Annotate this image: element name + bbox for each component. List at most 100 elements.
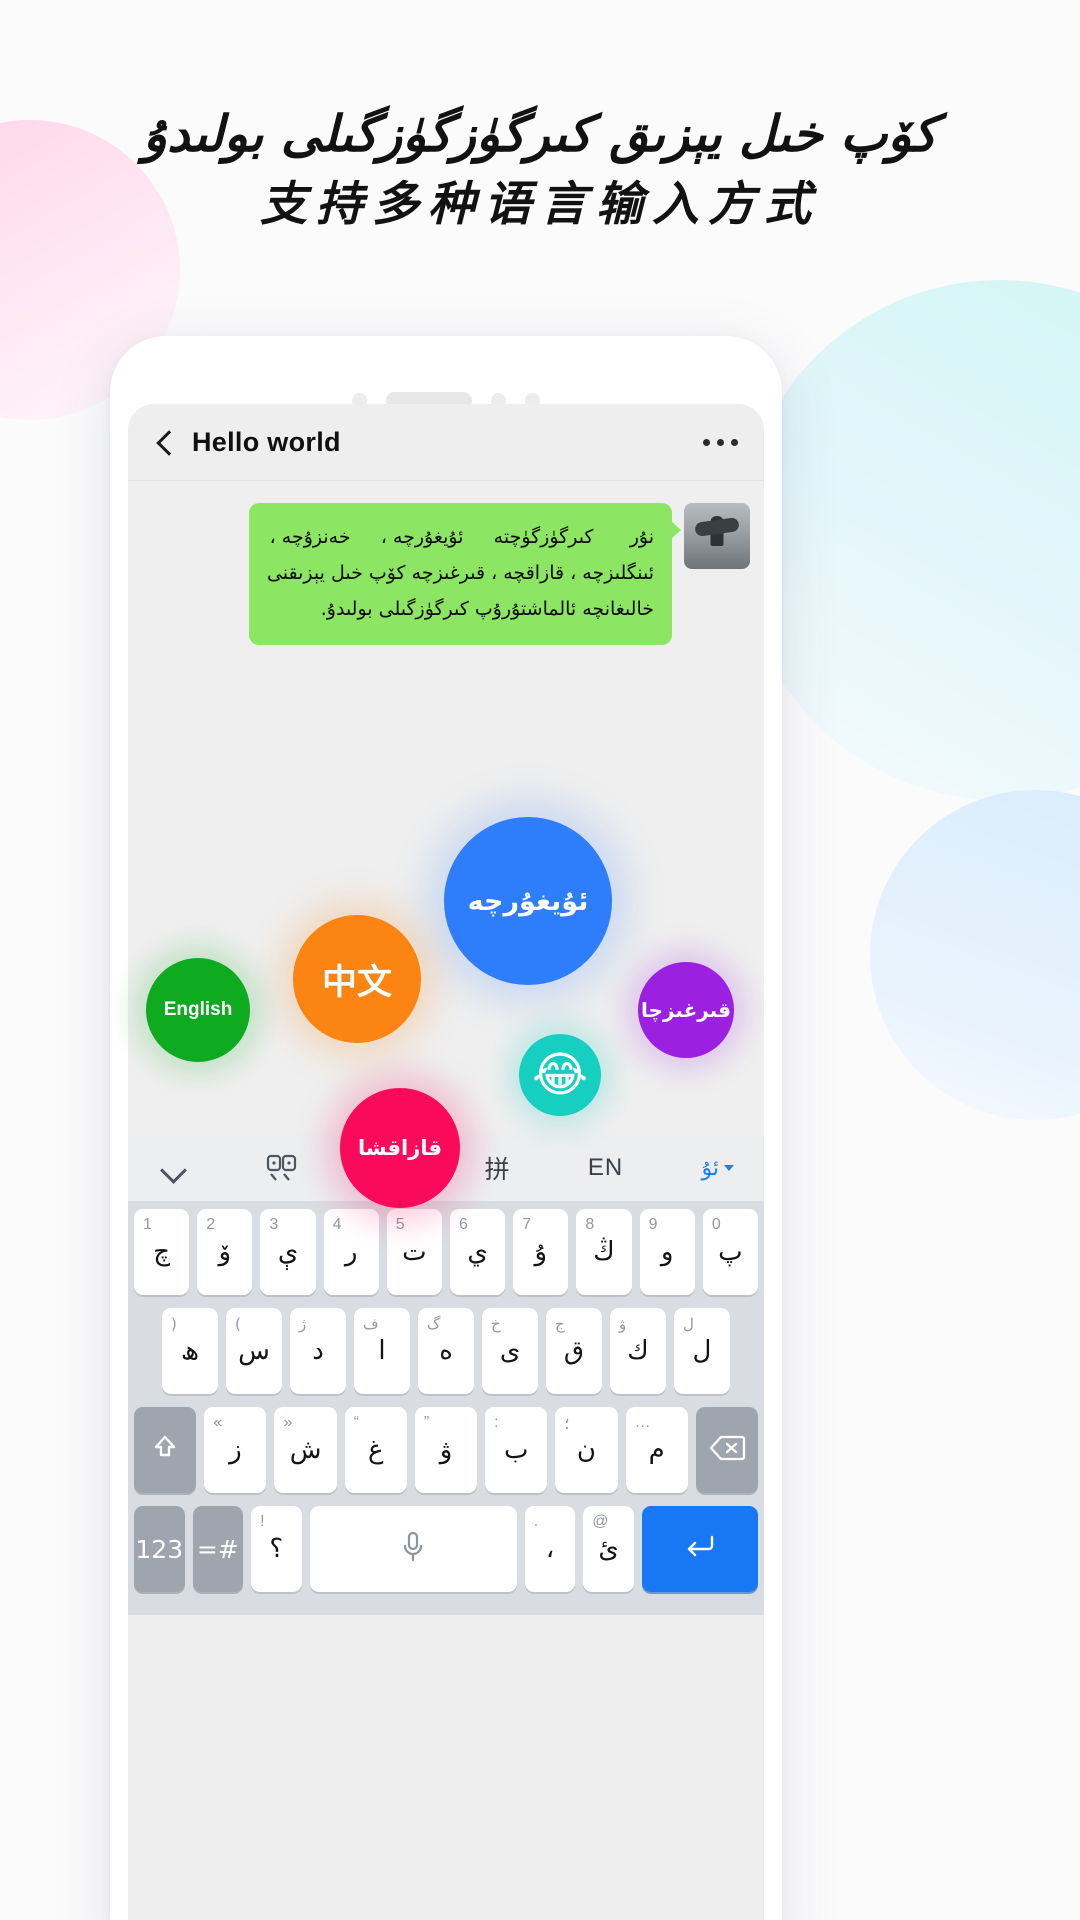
key-ghain[interactable]: “غ xyxy=(344,1407,407,1493)
key-hint: 6 xyxy=(459,1216,468,1233)
microphone-icon xyxy=(401,1530,425,1569)
key-7[interactable]: 7ۇ xyxy=(513,1209,569,1295)
key-label: ا xyxy=(378,1336,386,1366)
key-label: پ xyxy=(718,1237,743,1267)
key-5[interactable]: 5ت xyxy=(386,1209,442,1295)
key-hint: 9 xyxy=(648,1216,658,1233)
comma-key[interactable]: . ، xyxy=(524,1506,576,1592)
language-bubble-emoji[interactable]: 😂 xyxy=(519,1034,601,1116)
language-bubble-chinese[interactable]: 中文 xyxy=(293,915,421,1043)
key-qaf[interactable]: جق xyxy=(546,1308,602,1394)
key-hint: 8 xyxy=(585,1216,595,1233)
key-8[interactable]: 8ڭ xyxy=(576,1209,632,1295)
hamza-key[interactable]: @ ئ xyxy=(583,1506,634,1592)
key-label: ب xyxy=(503,1435,529,1465)
enter-key[interactable] xyxy=(641,1506,759,1592)
key-hint: ( xyxy=(235,1315,241,1333)
key-label: ر xyxy=(344,1237,358,1267)
key-hint: ۋ xyxy=(619,1315,627,1333)
key-hint: ) xyxy=(171,1315,177,1333)
pinyin-mode-button[interactable]: 拼 xyxy=(485,1150,510,1186)
key-label: د xyxy=(312,1336,324,1366)
key-dal[interactable]: ژد xyxy=(290,1308,346,1394)
message-bubble-outgoing[interactable]: نۇر كىرگۈزگۈچتە ئۇيغۇرچە ، خەنزۇچە ، ئىن… xyxy=(248,503,682,645)
english-mode-button[interactable]: EN xyxy=(588,1154,623,1182)
language-bubble-english[interactable]: English xyxy=(146,958,250,1062)
key-label: ي xyxy=(467,1237,488,1267)
key-hint: گ xyxy=(427,1315,441,1333)
key-label: ۆ xyxy=(218,1237,232,1267)
key-hint: « xyxy=(213,1414,223,1431)
back-arrow-icon[interactable] xyxy=(154,431,176,453)
key-label: ۋ xyxy=(439,1435,453,1465)
key-we[interactable]: ” ۋ xyxy=(414,1407,478,1493)
key-3[interactable]: 3ې xyxy=(260,1209,316,1295)
decorative-blob-blue xyxy=(870,790,1080,1120)
key-i[interactable]: خى xyxy=(482,1308,538,1394)
enter-icon xyxy=(683,1532,717,1566)
app-header: Hello world xyxy=(128,404,764,480)
key-be[interactable]: :ب xyxy=(485,1407,548,1493)
key-he[interactable]: ) ھ xyxy=(162,1308,218,1394)
key-hint: “ xyxy=(353,1414,359,1431)
key-label: 123 xyxy=(135,1534,184,1564)
key-label: ك xyxy=(627,1336,649,1366)
key-label: ، xyxy=(545,1534,555,1564)
key-lam[interactable]: لل xyxy=(674,1308,730,1394)
key-shin[interactable]: » ش xyxy=(274,1407,337,1493)
key-hint: 2 xyxy=(206,1216,216,1233)
key-label: غ xyxy=(368,1435,384,1465)
key-se[interactable]: (س xyxy=(226,1308,282,1394)
key-label: ؟ xyxy=(269,1534,284,1564)
key-alef[interactable]: فا xyxy=(354,1308,410,1394)
key-label: ى xyxy=(499,1336,521,1366)
key-kaf[interactable]: ۋك xyxy=(610,1308,666,1394)
language-bubble-kyrgyz[interactable]: قىرغىزچا xyxy=(638,962,734,1058)
key-hint: 7 xyxy=(522,1216,532,1233)
uyghur-mode-label: ئۇ xyxy=(701,1155,719,1181)
sticker-icon[interactable] xyxy=(266,1153,298,1183)
key-4[interactable]: 4ر xyxy=(323,1209,379,1295)
key-label: چ xyxy=(153,1237,170,1267)
key-hint: @ xyxy=(592,1513,609,1530)
uyghur-mode-button[interactable]: ئۇ xyxy=(701,1156,734,1181)
key-2[interactable]: 2ۆ xyxy=(197,1209,253,1295)
question-key[interactable]: ! ؟ xyxy=(251,1506,302,1592)
language-bubble-kazakh[interactable]: قازاقشا xyxy=(340,1088,460,1208)
message-line: ئىنگلىزچە ، قازاقچە ، قىرغىزچە كۆپ خىل ي… xyxy=(266,562,654,584)
more-options-icon[interactable] xyxy=(703,438,738,446)
key-nun[interactable]: ؛ ن xyxy=(555,1407,618,1493)
key-0[interactable]: 0پ xyxy=(702,1209,759,1295)
key-label: ھ xyxy=(180,1336,200,1366)
key-hint: : xyxy=(494,1414,499,1431)
key-mim[interactable]: … م xyxy=(625,1407,688,1493)
symbols-key[interactable]: =# xyxy=(192,1506,244,1592)
headline: كۆپ خىل يېزىق كىرگۈزگۈزگىلى بولىدۇ 支持多种语… xyxy=(0,96,1080,238)
key-label: ت xyxy=(402,1237,427,1267)
message-line: خالىغانچە ئالماشتۇرۇپ كىرگۈزگىلى بولىدۇ. xyxy=(320,598,654,620)
chevron-down-icon[interactable] xyxy=(158,1153,188,1183)
key-hint: 5 xyxy=(395,1216,405,1233)
space-key[interactable] xyxy=(309,1506,517,1592)
key-hint: خ xyxy=(491,1315,501,1333)
key-hint: . xyxy=(533,1513,539,1530)
key-e[interactable]: گە xyxy=(418,1308,474,1394)
shift-key[interactable] xyxy=(134,1407,197,1493)
message-line: نۇر كىرگۈزگۈچتە ئۇيغۇرچە ، خەنزۇچە ، xyxy=(269,526,654,548)
key-hint: 4 xyxy=(332,1216,342,1233)
key-ze[interactable]: «ز xyxy=(204,1407,267,1493)
key-label: ن xyxy=(576,1435,596,1465)
key-6[interactable]: 6ي xyxy=(450,1209,506,1295)
key-label: =# xyxy=(196,1534,239,1564)
backspace-icon xyxy=(708,1434,746,1467)
key-hint: 3 xyxy=(269,1216,279,1233)
key-label: ۇ xyxy=(534,1237,548,1267)
numeric-key[interactable]: 123 xyxy=(134,1506,185,1592)
shift-icon xyxy=(150,1433,180,1468)
language-bubble-uyghur[interactable]: ئۇيغۇرچە xyxy=(444,817,612,985)
keyboard-row-3: «ز » ش “غ ” ۋ :ب ؛ ن … م xyxy=(134,1407,758,1493)
key-9[interactable]: 9و xyxy=(639,1209,695,1295)
backspace-key[interactable] xyxy=(695,1407,758,1493)
key-1[interactable]: 1چ xyxy=(133,1209,190,1295)
chevron-down-icon xyxy=(723,1165,734,1171)
